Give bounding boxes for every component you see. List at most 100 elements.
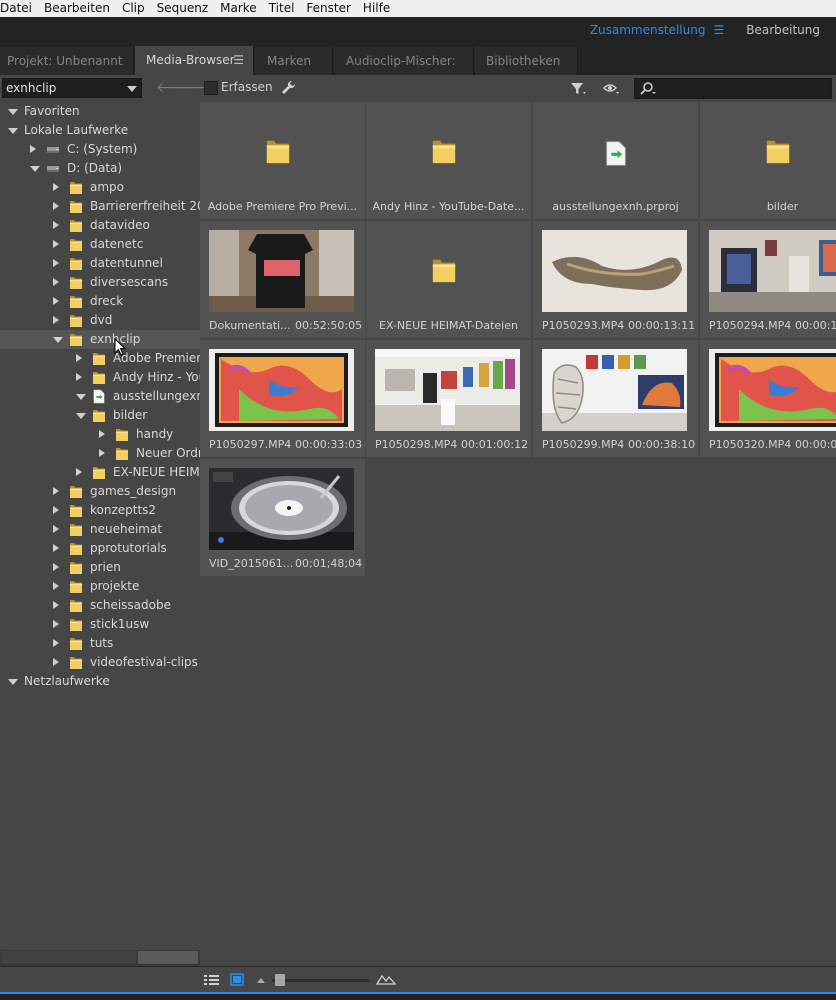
path-select[interactable]: exnhclip bbox=[2, 78, 142, 98]
filter-icon[interactable] bbox=[570, 81, 588, 97]
tree-node[interactable]: stick1usw bbox=[0, 615, 200, 634]
tab-audioclip-mischer[interactable]: Audioclip-Mischer: bbox=[334, 47, 474, 75]
tree-node[interactable]: diversescans bbox=[0, 273, 200, 292]
tree-node[interactable]: datavideo bbox=[0, 216, 200, 235]
menu-sequenz[interactable]: Sequenz bbox=[151, 1, 215, 16]
tree-node[interactable]: neueheimat bbox=[0, 520, 200, 539]
eye-icon[interactable] bbox=[603, 81, 621, 97]
collapse-arrow-icon[interactable] bbox=[53, 183, 59, 191]
tree-node[interactable]: C: (System) bbox=[0, 140, 200, 159]
collapse-arrow-icon[interactable] bbox=[53, 620, 59, 628]
zoom-slider-thumb[interactable] bbox=[275, 974, 285, 986]
tree-node[interactable]: scheissadobe bbox=[0, 596, 200, 615]
tree-node[interactable]: exnhclip bbox=[0, 330, 200, 349]
collapse-arrow-icon[interactable] bbox=[53, 525, 59, 533]
collapse-arrow-icon[interactable] bbox=[53, 259, 59, 267]
media-clip-card[interactable]: P1050293.MP4 00:00:13:11 bbox=[533, 221, 698, 338]
scrollbar-track[interactable] bbox=[2, 951, 136, 964]
collapse-arrow-icon[interactable] bbox=[53, 221, 59, 229]
collapse-arrow-icon[interactable] bbox=[76, 354, 82, 362]
collapse-arrow-icon[interactable] bbox=[53, 601, 59, 609]
tree-node[interactable]: Neuer Ordne bbox=[0, 444, 200, 463]
expand-arrow-icon[interactable] bbox=[53, 337, 63, 343]
workspace-bearbeitung[interactable]: Bearbeitung bbox=[746, 23, 820, 37]
menu-clip[interactable]: Clip bbox=[116, 1, 151, 16]
menu-fenster[interactable]: Fenster bbox=[300, 1, 357, 16]
media-folder-card[interactable]: Adobe Premiere Pro Previ... bbox=[200, 102, 365, 219]
collapse-arrow-icon[interactable] bbox=[99, 449, 105, 457]
collapse-arrow-icon[interactable] bbox=[53, 658, 59, 666]
tree-horizontal-scrollbar[interactable] bbox=[0, 950, 200, 966]
collapse-arrow-icon[interactable] bbox=[53, 506, 59, 514]
tree-node[interactable]: Andy Hinz - YouT bbox=[0, 368, 200, 387]
zoom-out-icon[interactable] bbox=[256, 976, 266, 984]
tab-projekt[interactable]: Projekt: Unbenannt bbox=[0, 47, 134, 75]
tree-node[interactable]: projekte bbox=[0, 577, 200, 596]
media-folder-card[interactable]: EX-NEUE HEIMAT-Dateien bbox=[366, 221, 531, 338]
tree-node[interactable]: ampo bbox=[0, 178, 200, 197]
tree-node[interactable]: datenetc bbox=[0, 235, 200, 254]
tree-node[interactable]: tuts bbox=[0, 634, 200, 653]
menu-datei[interactable]: Datei bbox=[0, 1, 38, 16]
media-clip-card[interactable]: VID_2015061... 00;01;48;04 bbox=[200, 459, 365, 576]
menu-marke[interactable]: Marke bbox=[214, 1, 263, 16]
media-clip-card[interactable]: P1050294.MP400:00:10 bbox=[700, 221, 836, 338]
tab-bibliotheken[interactable]: Bibliotheken bbox=[475, 47, 578, 75]
wrench-icon[interactable] bbox=[280, 79, 296, 97]
workspace-zusammenstellung[interactable]: Zusammenstellung bbox=[590, 23, 706, 37]
menu-hilfe[interactable]: Hilfe bbox=[357, 1, 396, 16]
tree-node[interactable]: videofestival-clips bbox=[0, 653, 200, 672]
media-clip-card[interactable]: P1050299.MP4 00:00:38:10 bbox=[533, 340, 698, 457]
icon-view-icon[interactable] bbox=[229, 973, 245, 987]
scrollbar-thumb[interactable] bbox=[138, 951, 198, 964]
collapse-arrow-icon[interactable] bbox=[53, 487, 59, 495]
collapse-arrow-icon[interactable] bbox=[53, 278, 59, 286]
collapse-arrow-icon[interactable] bbox=[76, 373, 82, 381]
expand-arrow-icon[interactable] bbox=[8, 109, 18, 115]
expand-arrow-icon[interactable] bbox=[8, 679, 18, 685]
collapse-arrow-icon[interactable] bbox=[53, 544, 59, 552]
tree-node[interactable]: Favoriten bbox=[0, 102, 200, 121]
panel-menu-icon[interactable]: ☰ bbox=[233, 46, 244, 74]
collapse-arrow-icon[interactable] bbox=[53, 563, 59, 571]
collapse-arrow-icon[interactable] bbox=[53, 240, 59, 248]
media-clip-card[interactable]: P1050298.MP4 00:01:00:12 bbox=[366, 340, 531, 457]
forward-arrow-icon[interactable]: 🡒 bbox=[175, 78, 213, 98]
media-clip-card[interactable]: P1050297.MP4 00:00:33:03 bbox=[200, 340, 365, 457]
menu-titel[interactable]: Titel bbox=[263, 1, 301, 16]
tree-node[interactable]: games_design bbox=[0, 482, 200, 501]
erfassen-checkbox[interactable] bbox=[204, 81, 218, 95]
media-clip-card[interactable]: Dokumentati... 00:52:50:05 bbox=[200, 221, 365, 338]
tree-node[interactable]: Adobe Premiere bbox=[0, 349, 200, 368]
collapse-arrow-icon[interactable] bbox=[99, 430, 105, 438]
tree-node[interactable]: D: (Data) bbox=[0, 159, 200, 178]
expand-arrow-icon[interactable] bbox=[30, 166, 40, 172]
collapse-arrow-icon[interactable] bbox=[53, 582, 59, 590]
expand-arrow-icon[interactable] bbox=[8, 128, 18, 134]
tree-node[interactable]: dvd bbox=[0, 311, 200, 330]
expand-arrow-icon[interactable] bbox=[76, 413, 86, 419]
collapse-arrow-icon[interactable] bbox=[53, 202, 59, 210]
back-arrow-icon[interactable]: 🡐 bbox=[156, 78, 194, 98]
tree-node[interactable]: dreck bbox=[0, 292, 200, 311]
media-folder-card[interactable]: bilder bbox=[700, 102, 836, 219]
tree-node[interactable]: Netzlaufwerke bbox=[0, 672, 200, 691]
tree-node[interactable]: Barriererfreiheit 2016 bbox=[0, 197, 200, 216]
tree-node[interactable]: EX-NEUE HEIMAT bbox=[0, 463, 200, 482]
expand-arrow-icon[interactable] bbox=[76, 394, 86, 400]
tab-media-browser[interactable]: Media-Browser ☰ bbox=[135, 46, 254, 75]
media-project-card[interactable]: ausstellungexnh.prproj bbox=[533, 102, 698, 219]
collapse-arrow-icon[interactable] bbox=[76, 468, 82, 476]
tree-node[interactable]: prien bbox=[0, 558, 200, 577]
collapse-arrow-icon[interactable] bbox=[53, 639, 59, 647]
media-clip-card[interactable]: P1050320.MP4 00:00:0 bbox=[700, 340, 836, 457]
tree-node[interactable]: handy bbox=[0, 425, 200, 444]
tree-node[interactable]: konzeptts2 bbox=[0, 501, 200, 520]
tree-node[interactable]: datentunnel bbox=[0, 254, 200, 273]
zoom-slider-track[interactable] bbox=[272, 979, 370, 982]
collapse-arrow-icon[interactable] bbox=[53, 316, 59, 324]
list-view-icon[interactable] bbox=[203, 973, 221, 987]
collapse-arrow-icon[interactable] bbox=[53, 297, 59, 305]
collapse-arrow-icon[interactable] bbox=[30, 145, 36, 153]
tree-node[interactable]: bilder bbox=[0, 406, 200, 425]
